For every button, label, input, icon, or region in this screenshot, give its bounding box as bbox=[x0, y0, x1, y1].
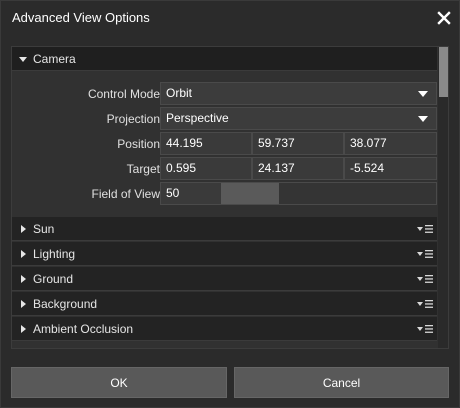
triangle-down-icon bbox=[19, 56, 27, 62]
section-ambient-occlusion-label: Ambient Occlusion bbox=[33, 321, 134, 336]
target-z-input[interactable]: -5.524 bbox=[344, 157, 437, 180]
control-mode-label: Control Mode bbox=[87, 87, 160, 101]
fov-row: Field of View 50 bbox=[12, 182, 437, 206]
section-background-header[interactable]: Background bbox=[12, 292, 437, 316]
options-panel: Camera Control Mode Orbit Projection Per… bbox=[11, 46, 449, 349]
section-ground-label: Ground bbox=[33, 271, 74, 286]
close-icon bbox=[437, 11, 451, 25]
dropdown-menu-icon[interactable] bbox=[417, 323, 433, 335]
target-x-input[interactable]: 0.595 bbox=[160, 157, 252, 180]
section-lighting-label: Lighting bbox=[33, 246, 76, 261]
fov-value[interactable]: 50 bbox=[161, 183, 221, 204]
dropdown-menu-icon[interactable] bbox=[417, 273, 433, 285]
projection-value: Perspective bbox=[166, 111, 229, 125]
projection-select[interactable]: Perspective bbox=[160, 107, 437, 130]
projection-row: Projection Perspective bbox=[12, 107, 437, 131]
control-mode-row: Control Mode Orbit bbox=[12, 82, 437, 106]
position-label: Position bbox=[117, 137, 160, 151]
triangle-right-icon bbox=[21, 224, 26, 233]
dropdown-menu-icon[interactable] bbox=[417, 248, 433, 260]
scrollbar-thumb[interactable] bbox=[439, 47, 448, 97]
chevron-down-icon bbox=[418, 91, 428, 97]
fov-slider-handle[interactable] bbox=[221, 183, 279, 204]
control-mode-select[interactable]: Orbit bbox=[160, 82, 437, 105]
chevron-down-icon bbox=[418, 116, 428, 122]
fov-slider[interactable]: 50 bbox=[160, 182, 437, 205]
vertical-scrollbar[interactable] bbox=[438, 47, 448, 348]
close-button[interactable] bbox=[434, 8, 454, 28]
title-bar: Advanced View Options bbox=[1, 1, 459, 34]
section-ambient-occlusion-header[interactable]: Ambient Occlusion bbox=[12, 317, 437, 341]
position-z-input[interactable]: 38.077 bbox=[344, 132, 437, 155]
section-ground-header[interactable]: Ground bbox=[12, 267, 437, 291]
section-lighting-header[interactable]: Lighting bbox=[12, 242, 437, 266]
ok-button[interactable]: OK bbox=[11, 367, 227, 398]
position-row: Position 44.195 59.737 38.077 bbox=[12, 132, 437, 156]
dialog-title: Advanced View Options bbox=[12, 10, 150, 25]
target-label: Target bbox=[126, 162, 160, 176]
triangle-right-icon bbox=[21, 324, 26, 333]
section-camera-header[interactable]: Camera bbox=[12, 47, 437, 71]
cancel-button[interactable]: Cancel bbox=[234, 367, 449, 398]
dropdown-menu-icon[interactable] bbox=[417, 223, 433, 235]
fov-label: Field of View bbox=[91, 187, 160, 201]
section-sun-header[interactable]: Sun bbox=[12, 217, 437, 241]
triangle-right-icon bbox=[21, 274, 26, 283]
advanced-view-options-dialog: Advanced View Options Camera Control Mod… bbox=[0, 0, 460, 408]
position-x-input[interactable]: 44.195 bbox=[160, 132, 252, 155]
position-y-input[interactable]: 59.737 bbox=[252, 132, 344, 155]
section-camera-label: Camera bbox=[33, 51, 76, 66]
triangle-right-icon bbox=[21, 249, 26, 258]
projection-label: Projection bbox=[106, 112, 160, 126]
section-background-label: Background bbox=[33, 296, 98, 311]
triangle-right-icon bbox=[21, 299, 26, 308]
section-sun-label: Sun bbox=[33, 221, 55, 236]
target-y-input[interactable]: 24.137 bbox=[252, 157, 344, 180]
dropdown-menu-icon[interactable] bbox=[417, 298, 433, 310]
target-row: Target 0.595 24.137 -5.524 bbox=[12, 157, 437, 181]
control-mode-value: Orbit bbox=[166, 86, 193, 100]
